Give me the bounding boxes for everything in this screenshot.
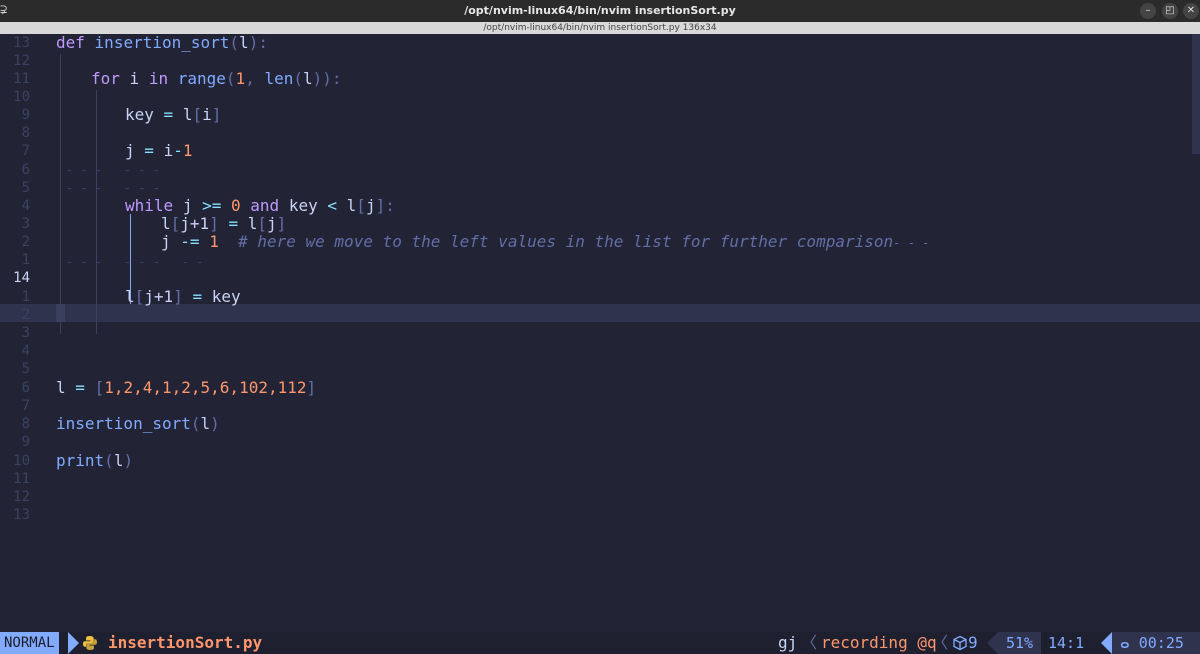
cursor-position: 14:1: [1048, 634, 1085, 652]
line-number: 11: [13, 71, 30, 87]
cursor-line: [0, 304, 1200, 322]
mode-indicator: NORMAL: [0, 632, 59, 654]
line-number: 6: [21, 162, 30, 178]
line-number: 1: [21, 289, 30, 305]
line-number: 14: [13, 270, 30, 286]
line-number: 11: [13, 471, 30, 487]
window-title: /opt/nvim-linux64/bin/nvim insertionSort…: [464, 4, 736, 17]
code-comment: # here we move to the left values in the…: [238, 232, 894, 251]
line-number: 10: [13, 453, 30, 469]
time-separator: [1101, 632, 1112, 654]
percent-separator: [987, 632, 998, 654]
code-line: l = [1,2,4,1,2,5,6,102,112]: [56, 378, 317, 397]
line-number: 10: [13, 89, 30, 105]
line-number: 6: [21, 380, 30, 396]
code-line: print(l): [56, 451, 134, 470]
indent-dash: - - - - - - - -: [66, 255, 204, 269]
scrollbar[interactable]: [1192, 34, 1200, 154]
code-line: def insertion_sort(l):: [56, 33, 268, 52]
line-number: 5: [21, 180, 30, 196]
code-line: insertion_sort(l): [56, 414, 220, 433]
line-number: 13: [13, 507, 30, 523]
line-number: 7: [21, 398, 30, 414]
restore-button[interactable]: ◰: [1162, 3, 1178, 19]
line-number: 7: [21, 143, 30, 159]
line-number: 4: [21, 198, 30, 214]
package-icon: [953, 635, 967, 651]
indent-guide: [60, 54, 61, 334]
mode-separator: [68, 632, 79, 654]
code-line: l[j+1] = l[j]: [161, 214, 287, 233]
line-number: 3: [21, 325, 30, 341]
line-number: 4: [21, 343, 30, 359]
editor-pane[interactable]: 13 12 11 10 9 8 7 6 5 4 3 2 1 14 1 2 3 4 5 6 7 8 9 10 11 12 13 - -…: [0, 34, 1200, 632]
minimize-button[interactable]: –: [1140, 3, 1156, 19]
python-file-icon: [83, 636, 97, 650]
line-number: 13: [13, 35, 30, 51]
line-number: 8: [21, 416, 30, 432]
line-number: 1: [21, 252, 30, 268]
line-number: 2: [21, 234, 30, 250]
indent-dash: - - - - - -: [66, 163, 160, 177]
file-name: insertionSort.py: [108, 633, 263, 652]
line-number: 9: [21, 107, 30, 123]
code-line: l[j+1] = key: [125, 287, 241, 306]
code-line: key = l[i]: [125, 105, 222, 124]
pending-keys: gj: [778, 633, 798, 652]
indent-dash: - - - - - -: [66, 181, 160, 195]
code-line: while j >= 0 and key < l[j]:: [125, 196, 395, 215]
line-number: 12: [13, 53, 30, 69]
code-line: j = i-1: [125, 141, 193, 160]
window-titlebar: ⊋ /opt/nvim-linux64/bin/nvim insertionSo…: [0, 0, 1200, 22]
chevron-left-icon: 〈: [932, 633, 949, 652]
clock-icon: ⴰ: [1120, 634, 1130, 652]
close-button[interactable]: ✕: [1183, 3, 1199, 19]
indent-guide: [96, 90, 97, 334]
line-number: 2: [21, 307, 30, 323]
scroll-percent: 51%: [998, 632, 1042, 654]
chevron-left-icon: 〈: [801, 633, 818, 652]
line-number: 9: [21, 434, 30, 450]
clock: ⴰ 00:25: [1112, 632, 1200, 654]
clock-time: 00:25: [1138, 634, 1184, 652]
status-line: NORMAL insertionSort.py gj 〈 recording @…: [0, 632, 1200, 654]
line-number: 12: [13, 489, 30, 505]
code-line: for i in range(1, len(l)):: [91, 69, 342, 88]
line-number: 8: [21, 125, 30, 141]
line-number: 3: [21, 216, 30, 232]
macro-recording: recording @q: [821, 633, 937, 652]
line-number: 5: [21, 361, 30, 377]
code-line: j -= 1 # here we move to the left values…: [161, 232, 930, 251]
diagnostic-count: 9: [968, 633, 978, 652]
